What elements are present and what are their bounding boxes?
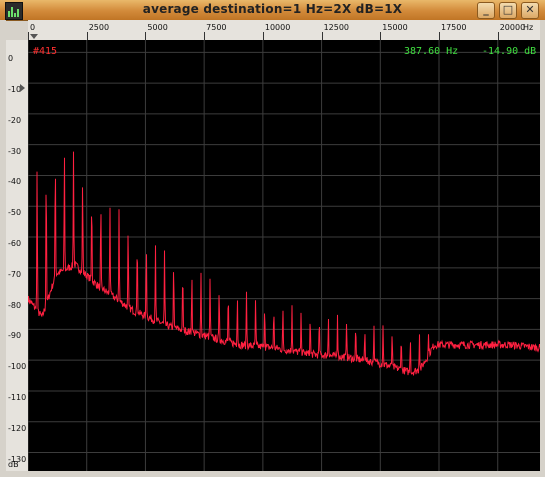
db-tick-label: 0 (8, 54, 14, 64)
frequency-tick-label: 20000 (499, 23, 526, 32)
frequency-tick-label: 7500 (206, 23, 227, 32)
frequency-cursor-icon[interactable] (30, 34, 38, 39)
marker-label: #415 (33, 46, 58, 57)
frequency-tick-label: 15000 (382, 23, 408, 32)
db-tick-label: -40 (8, 177, 22, 187)
db-tick-label: -60 (8, 239, 22, 249)
db-tick-label: -30 (8, 146, 22, 156)
db-tick-label: dB (8, 460, 19, 469)
frequency-tick-label: 10000 (264, 23, 291, 32)
spectrum-plot[interactable]: #415 387.60 Hz -14.90 dB (28, 40, 540, 471)
close-button[interactable]: ✕ (521, 2, 539, 19)
frequency-tick-mark (262, 32, 264, 40)
db-tick-label: -90 (8, 331, 22, 341)
db-tick-label: -110 (8, 392, 27, 402)
frequency-tick-label: 12500 (323, 23, 350, 32)
window-title: average destination=1 Hz=2X dB=1X (142, 2, 403, 16)
frequency-tick-mark (204, 32, 206, 40)
db-tick-label: -80 (8, 300, 22, 310)
window-frame-bottom (0, 471, 545, 477)
frequency-ruler[interactable]: 0 2500 5000 7500 10000 12500 15000 17500 20000 Hz (28, 20, 540, 41)
maximize-button[interactable]: □ (499, 2, 517, 19)
db-tick-label: -120 (8, 423, 27, 433)
frequency-tick-label: 17500 (441, 23, 467, 32)
window-frame-right (540, 20, 545, 477)
spectrum-trace (28, 151, 540, 376)
frequency-tick-mark (145, 32, 147, 40)
frequency-tick-label: 2500 (88, 23, 110, 32)
title-bar[interactable]: average destination=1 Hz=2X dB=1X _ □ ✕ (0, 0, 545, 21)
spectrum-window: average destination=1 Hz=2X dB=1X _ □ ✕ … (0, 0, 545, 477)
spectrum-svg (28, 40, 540, 471)
frequency-tick-mark (439, 32, 440, 40)
db-tick-label: -70 (8, 269, 22, 279)
db-tick-label: -100 (8, 362, 27, 372)
frequency-tick-label: 0 (30, 23, 36, 32)
frequency-tick-mark (380, 32, 382, 40)
frequency-readout: 387.60 Hz (404, 46, 459, 57)
frequency-tick-label: Hz (523, 23, 534, 32)
frequency-tick-label: 5000 (147, 23, 168, 32)
frequency-tick-mark (86, 32, 88, 40)
frequency-tick-mark (321, 32, 323, 40)
level-readout: -14.90 dB (482, 46, 537, 57)
frequency-tick-mark (28, 32, 29, 40)
level-cursor-icon[interactable] (20, 84, 25, 92)
db-ruler[interactable]: 0 -10 -20 -30 -40 -50 -60 -70 -80 -90 -100 -110 -120… (6, 40, 29, 471)
db-tick-label: -50 (8, 208, 22, 218)
db-tick-label: -20 (8, 115, 22, 125)
minimize-button[interactable]: _ (477, 2, 495, 19)
frequency-tick-mark (497, 32, 499, 40)
